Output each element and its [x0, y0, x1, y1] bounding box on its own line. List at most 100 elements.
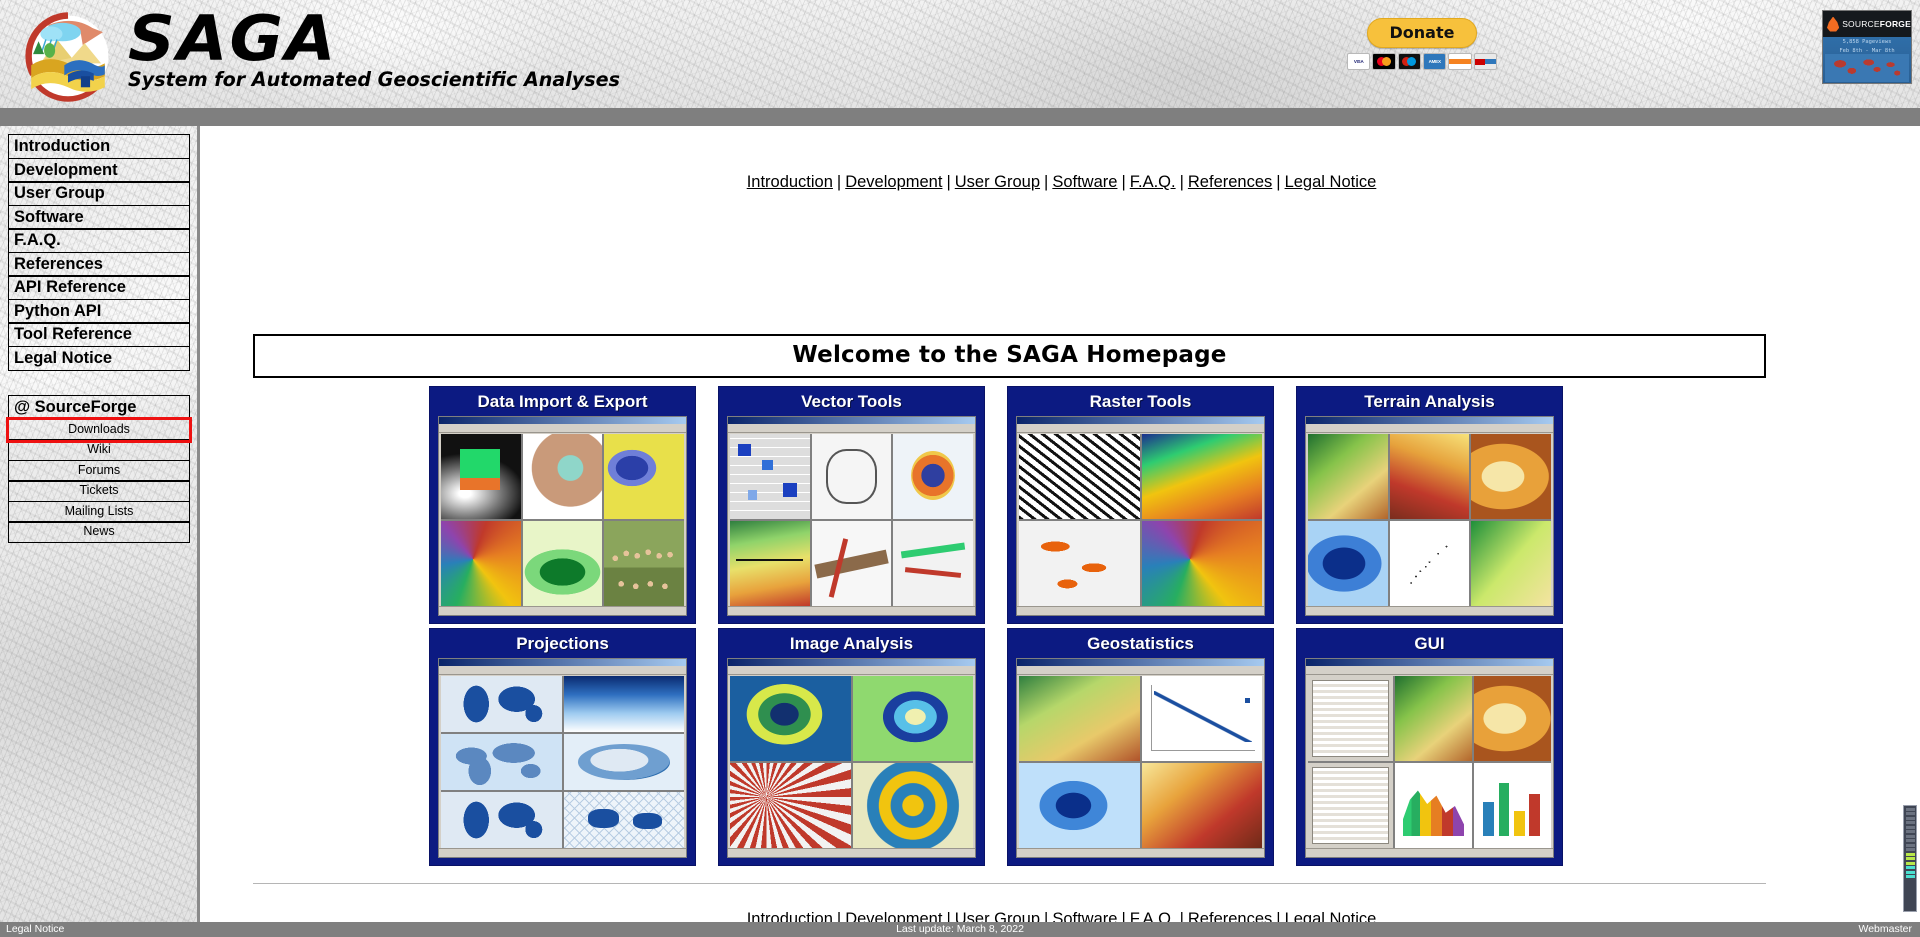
thumb-cell: [1308, 434, 1388, 519]
thumb-cell: [563, 734, 684, 790]
thumb-cell: [1141, 676, 1262, 761]
top-link-introduction[interactable]: Introduction: [747, 173, 833, 191]
top-link-software[interactable]: Software: [1052, 173, 1117, 191]
thumb-cell: [1389, 521, 1470, 606]
panel-projections[interactable]: Projections: [429, 628, 696, 866]
bottom-link-introduction[interactable]: Introduction: [747, 910, 833, 922]
thumb-cell: [1019, 676, 1140, 761]
thumb-cell: [1389, 434, 1470, 519]
shot-titlebar: [1306, 659, 1553, 666]
scroll-tick: [1905, 807, 1915, 811]
sidebar-item-news[interactable]: News: [8, 521, 190, 543]
panel-gui[interactable]: GUI: [1296, 628, 1563, 866]
sidebar-item-faq[interactable]: F.A.Q.: [8, 228, 190, 253]
sourceforge-badge-header: SOURCEFORGE: [1823, 11, 1911, 37]
sidebar-item-wiki[interactable]: Wiki: [8, 439, 190, 461]
shot-statusbar: [439, 606, 686, 615]
feature-panel-grid: Data Import & Export Vector Tools Raster…: [429, 386, 1589, 868]
sidebar-item-tickets[interactable]: Tickets: [8, 480, 190, 502]
top-link-legal-notice[interactable]: Legal Notice: [1285, 173, 1377, 191]
sidebar-item-python-api[interactable]: Python API: [8, 298, 190, 324]
sf-world-map-icon: [1825, 54, 1909, 82]
main-content: Introduction | Development | User Group | Soft…: [203, 126, 1920, 922]
thumb-cell: [441, 792, 562, 848]
panel-vector-tools[interactable]: Vector Tools: [718, 386, 985, 624]
bottom-link-faq[interactable]: F.A.Q.: [1130, 910, 1176, 922]
bottom-link-software[interactable]: Software: [1052, 910, 1117, 922]
sidebar-item-mailing-lists[interactable]: Mailing Lists: [8, 500, 190, 523]
visa-card-icon: VISA: [1347, 53, 1371, 70]
nav-separator: |: [946, 910, 951, 922]
thumb-cell: [1471, 434, 1551, 519]
shot-statusbar: [1017, 848, 1264, 857]
sidebar-item-forums[interactable]: Forums: [8, 459, 190, 482]
sidebar-item-references[interactable]: References: [8, 251, 190, 277]
top-link-faq[interactable]: F.A.Q.: [1130, 173, 1176, 191]
sourceforge-stats-badge[interactable]: SOURCEFORGE 5,858 Pageviews Feb 8th - Ma…: [1822, 10, 1912, 84]
scroll-tick: [1905, 848, 1915, 851]
scroll-tick-active: [1905, 875, 1915, 878]
sidebar-section-sourceforge: @ SourceForge: [8, 395, 190, 420]
maestro-card-icon: [1397, 53, 1421, 70]
panel-terrain-analysis[interactable]: Terrain Analysis: [1296, 386, 1563, 624]
top-link-user-group[interactable]: User Group: [955, 173, 1040, 191]
sf-stat-pageviews: 5,858 Pageviews: [1842, 39, 1892, 45]
thumb-cell: [852, 763, 973, 848]
footer-webmaster-link[interactable]: Webmaster: [1859, 922, 1913, 937]
thumb-cell: [893, 521, 973, 606]
nav-separator: |: [1179, 173, 1184, 191]
thumb-cell: [893, 434, 973, 519]
scroll-tick-active: [1905, 852, 1915, 856]
scroll-tick: [1905, 830, 1915, 833]
scroll-tick: [1905, 816, 1915, 820]
shot-statusbar: [1017, 606, 1264, 615]
bottom-link-development[interactable]: Development: [845, 910, 942, 922]
header-divider-band: [0, 108, 1920, 126]
discover-card-icon: [1448, 53, 1472, 70]
shot-titlebar: [439, 659, 686, 666]
shot-statusbar: [1306, 848, 1553, 857]
shot-body: [1308, 676, 1551, 848]
top-link-development[interactable]: Development: [845, 173, 942, 191]
sidebar-item-introduction[interactable]: Introduction: [8, 134, 190, 159]
footer-last-update: Last update: March 8, 2022: [896, 923, 1024, 935]
thumb-cell: [1019, 434, 1140, 519]
panel-geostatistics[interactable]: Geostatistics: [1007, 628, 1274, 866]
panel-raster-tools[interactable]: Raster Tools: [1007, 386, 1274, 624]
sidebar-item-api-reference[interactable]: API Reference: [8, 275, 190, 300]
saga-landscape-logo-icon[interactable]: [22, 10, 114, 102]
panel-data-import-export[interactable]: Data Import & Export: [429, 386, 696, 624]
site-header: SAGA System for Automated Geoscientific …: [0, 0, 1920, 108]
bottom-link-references[interactable]: References: [1188, 910, 1272, 922]
thumb-cell: [730, 676, 851, 761]
sidebar: Introduction Development User Group Soft…: [0, 126, 200, 922]
thumb-cell: [441, 676, 562, 732]
sidebar-item-user-group[interactable]: User Group: [8, 181, 190, 206]
donate-button[interactable]: Donate: [1366, 18, 1478, 48]
mastercard-card-icon: [1372, 53, 1396, 70]
thumb-cell: [1141, 434, 1262, 519]
thumb-cell: [1471, 521, 1551, 606]
thumb-cell: [1141, 521, 1262, 606]
sidebar-item-downloads[interactable]: Downloads: [6, 416, 192, 443]
sourceforge-flame-icon: [1827, 16, 1840, 32]
sidebar-item-legal-notice[interactable]: Legal Notice: [8, 345, 190, 371]
nav-separator: |: [1121, 910, 1126, 922]
panel-title: Projections: [516, 634, 609, 653]
bottom-link-legal-notice[interactable]: Legal Notice: [1285, 910, 1377, 922]
sidebar-item-tool-reference[interactable]: Tool Reference: [8, 322, 190, 347]
panel-screenshot: [1305, 416, 1554, 616]
debit-card-icon: [1473, 53, 1497, 70]
scroll-tick: [1905, 843, 1915, 847]
top-link-references[interactable]: References: [1188, 173, 1272, 191]
bottom-nav-linkbar: Introduction | Development | User Group | Soft…: [203, 910, 1920, 922]
thumb-cell: [1308, 676, 1393, 761]
shot-toolbar: [728, 666, 975, 675]
bottom-link-user-group[interactable]: User Group: [955, 910, 1040, 922]
sidebar-item-development[interactable]: Development: [8, 157, 190, 183]
shot-titlebar: [1017, 659, 1264, 666]
panel-title: Geostatistics: [1087, 634, 1194, 653]
scrollbar-indicator[interactable]: [1903, 805, 1917, 912]
panel-image-analysis[interactable]: Image Analysis: [718, 628, 985, 866]
sidebar-item-software[interactable]: Software: [8, 204, 190, 230]
